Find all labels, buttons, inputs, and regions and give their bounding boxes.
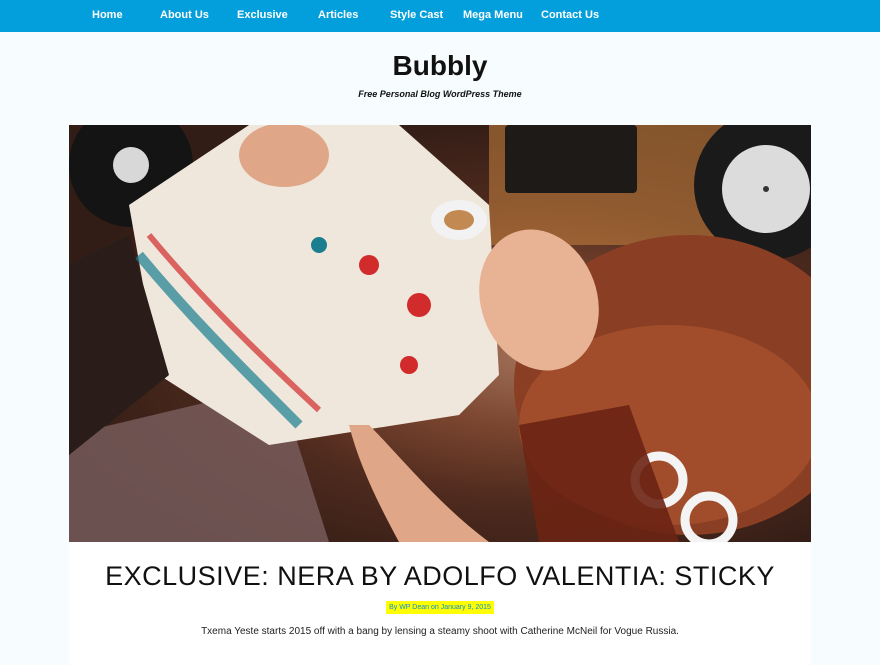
post-excerpt: Txema Yeste starts 2015 off with a bang …: [201, 626, 679, 637]
meta-by-label: By: [389, 604, 398, 611]
site-tagline: Free Personal Blog WordPress Theme: [358, 89, 522, 99]
site-branding: Bubbly Free Personal Blog WordPress Them…: [0, 32, 880, 100]
nav-contact-us[interactable]: Contact Us: [541, 0, 599, 32]
main-menu: Home About Us Exclusive Articles Style C…: [0, 0, 880, 32]
featured-image[interactable]: [69, 125, 811, 542]
nav-style-cast[interactable]: Style Cast: [390, 0, 443, 32]
nav-articles[interactable]: Articles: [318, 0, 358, 32]
featured-image-art: [69, 125, 811, 542]
nav-about-us[interactable]: About Us: [160, 0, 209, 32]
nav-exclusive[interactable]: Exclusive: [237, 0, 288, 32]
top-navigation: Home About Us Exclusive Articles Style C…: [0, 0, 880, 32]
nav-mega-menu[interactable]: Mega Menu: [463, 0, 523, 32]
post-meta-box: By WP Dean on January 9, 2015: [386, 601, 494, 614]
post-author-link[interactable]: WP Dean: [399, 604, 429, 611]
featured-post: EXCLUSIVE: NERA BY ADOLFO VALENTIA: STIC…: [69, 125, 811, 665]
site-title[interactable]: Bubbly: [0, 51, 880, 81]
post-date-link[interactable]: January 9, 2015: [441, 604, 491, 611]
meta-on-label: on: [430, 604, 439, 611]
post-title[interactable]: EXCLUSIVE: NERA BY ADOLFO VALENTIA: STIC…: [69, 542, 811, 591]
nav-home[interactable]: Home: [92, 0, 123, 32]
post-meta: By WP Dean on January 9, 2015: [69, 596, 811, 614]
